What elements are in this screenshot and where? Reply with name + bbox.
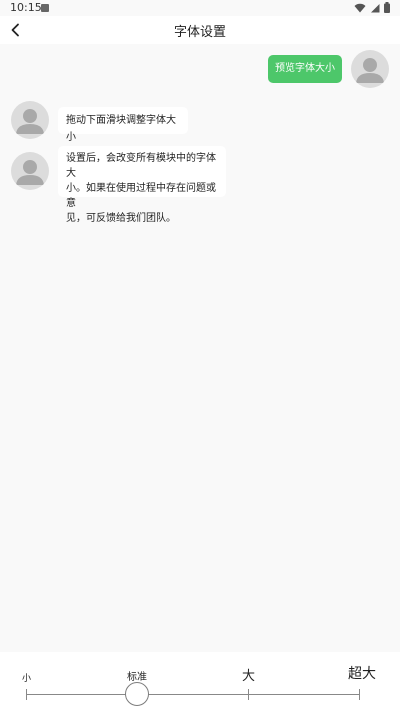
avatar <box>11 152 49 190</box>
message-line: 拖动下面滑块调整字体大小 <box>66 115 176 143</box>
preview-text: 预览字体大小 <box>275 63 335 74</box>
slider-label-small: 小 <box>22 674 32 684</box>
slider-tick[interactable] <box>248 689 249 700</box>
status-bar: 10:15 <box>0 0 400 16</box>
signal-icon <box>371 3 380 12</box>
preview-bubble: 预览字体大小 <box>268 55 342 83</box>
message-line: 小。如果在使用过程中存在问题或意 <box>66 183 216 209</box>
slider-tick[interactable] <box>26 689 27 700</box>
notification-icon <box>41 4 49 12</box>
message-bubble: 设置后，会改变所有模块中的字体大 小。如果在使用过程中存在问题或意 见，可反馈给… <box>58 146 226 224</box>
status-time: 10:15 <box>10 1 42 14</box>
status-icons <box>354 2 390 13</box>
slider-label-standard: 标准 <box>127 672 147 683</box>
avatar <box>351 50 389 88</box>
user-avatar-icon <box>16 109 44 134</box>
message-line: 见，可反馈给我们团队。 <box>66 213 176 224</box>
slider-thumb[interactable] <box>125 682 149 706</box>
slider-label-extra-large: 超大 <box>348 666 376 682</box>
app-bar: 字体设置 <box>0 16 400 44</box>
message-bubble: 拖动下面滑块调整字体大小 <box>58 107 188 143</box>
page-title: 字体设置 <box>173 25 226 40</box>
slider-tick[interactable] <box>359 689 360 700</box>
user-avatar-icon <box>356 58 384 83</box>
font-size-slider: 小 标准 大 超大 <box>0 652 400 711</box>
slider-label-large: 大 <box>242 669 256 684</box>
user-avatar-icon <box>16 160 44 185</box>
wifi-icon <box>354 3 366 12</box>
slider-track[interactable] <box>26 694 360 695</box>
avatar <box>11 101 49 139</box>
battery-icon <box>384 2 390 13</box>
message-line: 设置后，会改变所有模块中的字体大 <box>66 153 216 179</box>
